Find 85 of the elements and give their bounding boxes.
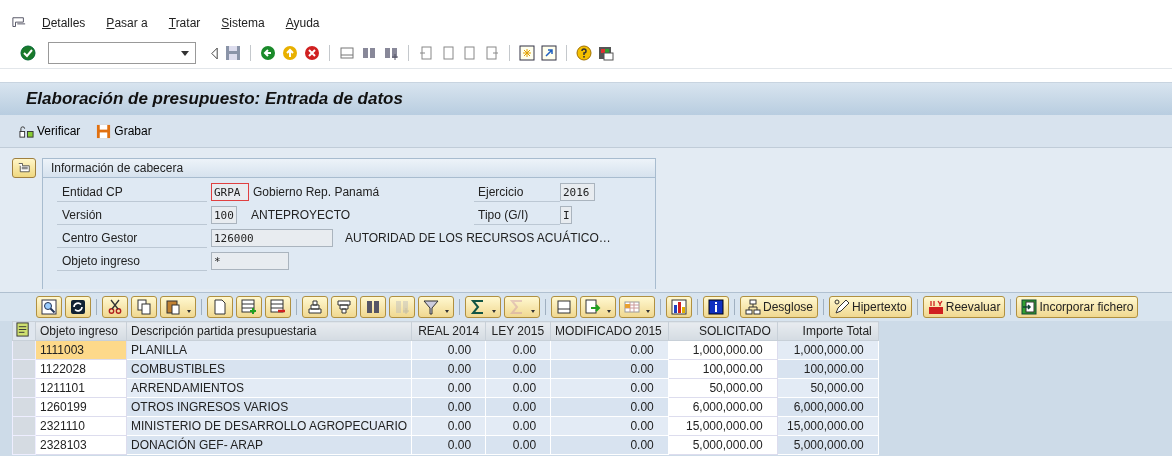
- import-icon: [1021, 299, 1038, 315]
- exit-icon[interactable]: [282, 45, 298, 61]
- field-description: Gobierno Rep. Panamá: [253, 185, 380, 199]
- field-description: AUTORIDAD DE LOS RECURSOS ACUÁTICO…: [345, 231, 611, 245]
- delete-row-icon: [270, 299, 286, 315]
- subtotal-icon: [509, 299, 525, 315]
- field-label: Entidad CP: [57, 182, 207, 202]
- find-next-icon[interactable]: [383, 45, 399, 61]
- save-icon: [96, 123, 112, 139]
- field-label: Centro Gestor: [57, 228, 207, 248]
- menu-icon[interactable]: [12, 16, 26, 30]
- help-icon[interactable]: [576, 45, 592, 61]
- toolbar-button[interactable]: [703, 296, 729, 318]
- menu-item[interactable]: Tratar: [168, 16, 201, 30]
- toolbar-button[interactable]: [360, 296, 386, 318]
- save-icon[interactable]: [225, 45, 241, 61]
- input-field[interactable]: 100: [211, 206, 237, 224]
- window-title: Elaboración de presupuesto: Entrada de datos: [26, 89, 403, 109]
- layout-icon[interactable]: [598, 45, 614, 61]
- input-field[interactable]: 2016: [560, 183, 595, 201]
- layout-grid-icon: [624, 299, 640, 315]
- find-icon[interactable]: [361, 45, 377, 61]
- select-all-icon[interactable]: [16, 322, 31, 337]
- details-icon: [41, 299, 57, 315]
- command-field[interactable]: [48, 42, 196, 64]
- field-label: Objeto ingreso: [57, 251, 207, 271]
- input-field[interactable]: I: [560, 206, 572, 224]
- scissors-icon: [107, 299, 123, 315]
- enter-icon[interactable]: [20, 45, 36, 61]
- last-page-icon[interactable]: [484, 45, 500, 61]
- refresh-icon: [70, 299, 86, 315]
- filter-icon: [423, 299, 439, 315]
- hierarchy-icon: [745, 299, 761, 315]
- pencil-icon: [834, 299, 851, 315]
- page-icon: [212, 299, 228, 315]
- paste-icon: [165, 299, 181, 315]
- currency-icon: [927, 299, 944, 315]
- shortcut-icon[interactable]: [541, 45, 557, 61]
- field-description: ANTEPROYECTO: [251, 208, 351, 222]
- header-toggle-button[interactable]: [12, 158, 36, 178]
- input-field[interactable]: 126000: [211, 229, 333, 247]
- insert-row-icon: [241, 299, 257, 315]
- toolbar-button[interactable]: Desglose: [740, 296, 819, 318]
- menu-item[interactable]: Ayuda: [285, 16, 320, 30]
- column-header[interactable]: Importe Total: [777, 321, 879, 341]
- chart-icon: [671, 299, 687, 315]
- toolbar-button[interactable]: Reevaluar: [922, 296, 1006, 318]
- toolbar-button[interactable]: Hipertexto: [829, 296, 912, 318]
- first-page-icon[interactable]: [418, 45, 434, 61]
- field-label: Versión: [57, 205, 207, 225]
- toolbar-button[interactable]: Incorporar fichero: [1016, 296, 1139, 318]
- cancel-icon[interactable]: [304, 45, 320, 61]
- toolbar-button[interactable]: [666, 296, 692, 318]
- column-header[interactable]: MODIFICADO 2015: [550, 321, 669, 341]
- column-header[interactable]: LEY 2015: [485, 321, 551, 341]
- column-header[interactable]: Objeto ingreso: [35, 321, 127, 341]
- new-window-icon[interactable]: [519, 45, 535, 61]
- input-field[interactable]: *: [211, 252, 289, 270]
- binoculars-plus-icon: [394, 299, 410, 315]
- print-icon: [556, 299, 572, 315]
- toolbar-button[interactable]: [465, 296, 501, 318]
- menu-item[interactable]: Sistema: [221, 16, 265, 30]
- sort-ascending-icon: [307, 299, 323, 315]
- copy-icon: [136, 299, 152, 315]
- toolbar-button[interactable]: [65, 296, 91, 318]
- group-title: Información de cabecera: [43, 159, 655, 178]
- menu-item[interactable]: Detalles: [42, 16, 86, 30]
- column-header[interactable]: Descripción partida presupuestaria: [126, 321, 412, 341]
- back-icon[interactable]: [260, 45, 276, 61]
- toolbar-button[interactable]: [36, 296, 62, 318]
- check-icon: [19, 123, 34, 139]
- info-icon: [708, 299, 724, 315]
- print-icon[interactable]: [339, 45, 355, 61]
- column-header[interactable]: SOLICITADO: [668, 321, 778, 341]
- export-icon: [585, 299, 601, 315]
- column-header[interactable]: REAL 2014: [411, 321, 486, 341]
- sort-descending-icon: [336, 299, 352, 315]
- input-field[interactable]: GRPA: [211, 183, 249, 201]
- menu-item[interactable]: Pasar a: [106, 16, 148, 30]
- toolbar-button[interactable]: [160, 296, 196, 318]
- sum-icon: [470, 299, 486, 315]
- toolbar-button[interactable]: Verificar: [16, 121, 84, 141]
- toolbar-button[interactable]: Grabar: [93, 121, 155, 141]
- binoculars-icon: [365, 299, 381, 315]
- toolbar-button[interactable]: [102, 296, 128, 318]
